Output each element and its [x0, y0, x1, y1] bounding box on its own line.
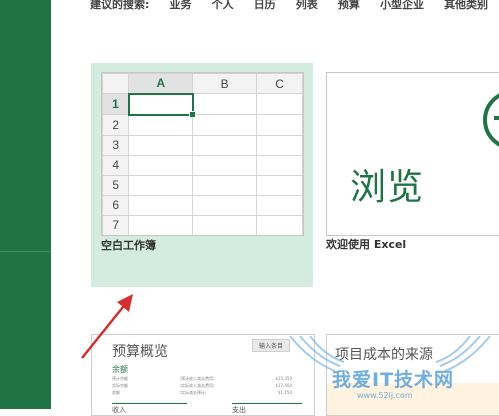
budget-line-note: （预计收入减去费用）	[177, 376, 217, 381]
budget-line-name: 差额	[112, 390, 120, 395]
balance-heading: 余额	[112, 365, 128, 374]
fill-handle	[188, 110, 196, 118]
plus-bar	[494, 116, 499, 120]
budget-line-value: $15,350	[275, 376, 292, 381]
row-header-7: 7	[102, 214, 130, 235]
suggested-searches: 建议的搜索: 业务 个人 日历 列表 预算 小型企业 其他类别	[90, 0, 499, 12]
blank-workbook-tile[interactable]: A B C 1 2 3 4 5 6 7 空白工作簿	[91, 63, 313, 287]
cell	[192, 154, 258, 176]
search-link-calendar[interactable]: 日历	[254, 0, 276, 12]
selected-cell-a1	[127, 92, 196, 118]
budget-line-note: （实际收入减去费用）	[177, 383, 217, 388]
blank-workbook-label: 空白工作簿	[101, 239, 156, 252]
red-arrow-annotation	[81, 294, 133, 359]
budget-line-note: （实际减去预计）	[177, 390, 209, 395]
cell	[256, 154, 303, 176]
backstage-sidebar	[0, 0, 51, 409]
income-rule	[112, 403, 187, 404]
row-header-3: 3	[102, 134, 130, 156]
cell	[256, 134, 303, 156]
search-link-budget[interactable]: 预算	[338, 0, 360, 12]
cell	[256, 174, 303, 196]
cell	[256, 194, 303, 216]
search-link-list[interactable]: 列表	[296, 0, 318, 12]
budget-line: 预计余额 （预计收入减去费用） $15,350	[112, 376, 292, 382]
budget-line-value: $17,400	[275, 383, 292, 388]
plus-circle-icon	[483, 90, 499, 150]
search-link-business[interactable]: 业务	[170, 0, 192, 12]
budget-line: 差额 （实际减去预计） $1,150	[112, 390, 292, 396]
cell	[128, 214, 194, 235]
select-all-corner	[102, 73, 130, 94]
column-header-c: C	[256, 73, 303, 94]
budget-line-value: $1,150	[278, 390, 292, 395]
cell	[128, 174, 194, 196]
cell	[192, 194, 258, 216]
expense-rule	[232, 403, 302, 404]
budget-line-name: 预计余额	[112, 376, 128, 381]
row-header-6: 6	[102, 194, 130, 216]
cell	[192, 114, 258, 136]
welcome-tour-label: 欢迎使用 Excel	[326, 238, 407, 251]
arrow-head	[117, 294, 133, 312]
row-header-4: 4	[102, 154, 130, 176]
project-template-title: 项目成本的来源	[335, 347, 433, 363]
search-link-other[interactable]: 其他类别	[444, 0, 488, 12]
cell	[256, 214, 303, 235]
cell	[128, 194, 194, 216]
cell	[192, 93, 258, 115]
cell	[192, 214, 258, 235]
income-label: 收入	[112, 406, 126, 414]
welcome-preview-text: 浏览	[350, 167, 425, 208]
blank-workbook-preview: A B C 1 2 3 4 5 6 7	[101, 72, 304, 236]
watermark-url: www.52ij.com	[357, 391, 413, 400]
welcome-tour-tile[interactable]: 浏览	[326, 72, 499, 236]
arrow-shaft	[81, 301, 128, 359]
cell	[256, 114, 303, 136]
cell	[128, 154, 194, 176]
enter-items-button: 输入条目	[252, 339, 291, 352]
row-header-2: 2	[102, 114, 130, 136]
sidebar-divider	[0, 251, 51, 252]
cell	[128, 134, 194, 156]
watermark-text: 我爱IT技术网	[332, 369, 455, 391]
expense-label: 支出	[232, 406, 246, 414]
cell	[192, 174, 258, 196]
cell	[192, 134, 258, 156]
column-header-b: B	[192, 73, 258, 94]
search-link-personal[interactable]: 个人	[212, 0, 234, 12]
search-link-small-business[interactable]: 小型企业	[380, 0, 424, 12]
budget-line: 实际余额 （实际收入减去费用） $17,400	[112, 383, 292, 389]
column-header-a: A	[128, 73, 194, 95]
cell	[256, 93, 303, 115]
cell	[128, 114, 194, 136]
row-header-1: 1	[102, 93, 130, 115]
budget-line-name: 实际余额	[112, 383, 128, 388]
suggested-searches-label: 建议的搜索:	[90, 0, 150, 11]
row-header-5: 5	[102, 174, 130, 196]
